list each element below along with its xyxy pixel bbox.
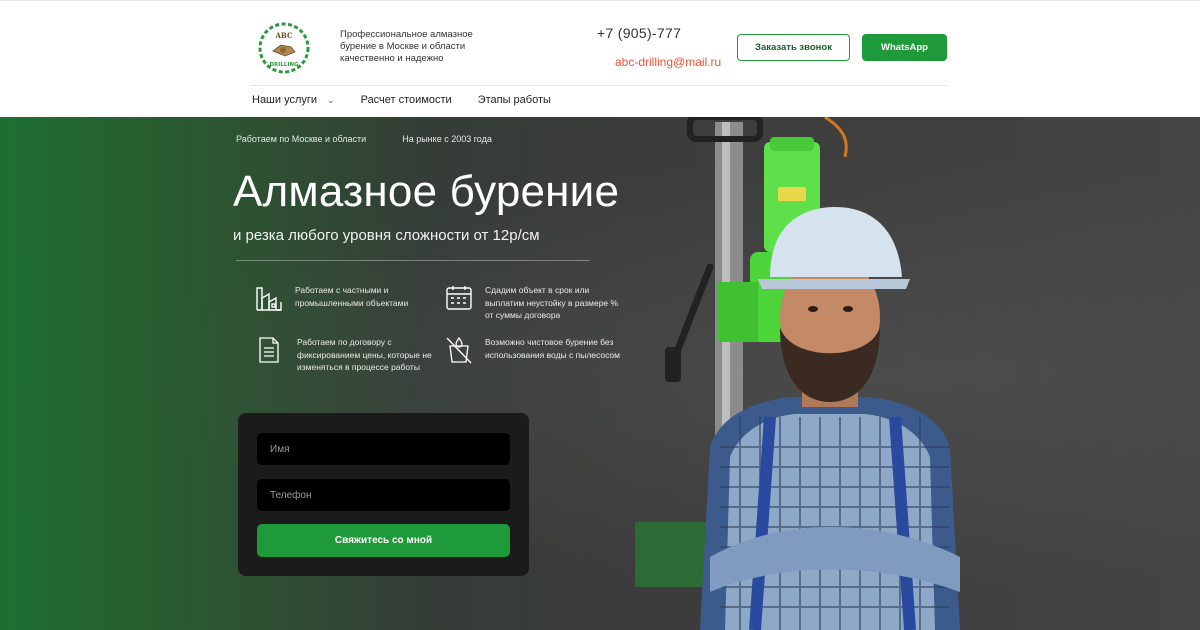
feature-text: Работаем с частными и промышленными объе… (295, 285, 409, 308)
nav-item-label: Расчет стоимости (360, 94, 452, 106)
nav-item-pricing[interactable]: Расчет стоимости (361, 94, 452, 106)
site-header: ABC DRILLING Профессиональное алмазное б… (0, 0, 1200, 117)
feature-dry-drilling: Возможно чистовое бурение без использова… (445, 336, 627, 364)
logo-icon[interactable]: ABC DRILLING (257, 21, 311, 75)
worker-with-drill-illustration (635, 117, 960, 630)
logo-text-bottom: DRILLING (269, 62, 299, 68)
factory-icon (256, 287, 282, 311)
document-icon (259, 337, 279, 363)
nav-item-label: Этапы работы (477, 94, 551, 106)
feature-text: Сдадим объект в срок или выплатим неусто… (485, 285, 619, 320)
feature-text: Возможно чистовое бурение без использова… (485, 337, 621, 360)
feature-objects: Работаем с частными и промышленными объе… (255, 284, 437, 312)
whatsapp-button[interactable]: WhatsApp (862, 34, 947, 61)
header-phone[interactable]: +7 (905)-777 (597, 25, 681, 41)
header-divider (250, 85, 947, 86)
page: ABC DRILLING Профессиональное алмазное б… (0, 0, 1200, 630)
fact-since: На рынке с 2003 года (402, 134, 492, 144)
header-email[interactable]: abc-drilling@mail.ru (615, 55, 721, 69)
hero-facts: Работаем по Москве и области На рынке с … (236, 134, 492, 144)
no-water-icon (446, 336, 472, 364)
nav-item-label: Наши услуги (252, 94, 318, 106)
name-input[interactable] (257, 433, 510, 465)
fact-region: Работаем по Москве и области (236, 134, 367, 144)
hero-section: Работаем по Москве и области На рынке с … (0, 117, 1200, 630)
chevron-down-icon: ⌄ (327, 94, 335, 105)
logo-text-top: ABC (274, 31, 292, 40)
feature-deadline: Сдадим объект в срок или выплатим неусто… (445, 284, 627, 322)
calendar-icon (446, 286, 472, 310)
hero-title: Алмазное бурение (233, 167, 620, 216)
callback-button[interactable]: Заказать звонок (737, 34, 850, 61)
hero-subtitle: и резка любого уровня сложности от 12р/с… (233, 227, 540, 244)
submit-button[interactable]: Свяжитесь со мной (257, 524, 510, 557)
hero-divider (236, 260, 590, 261)
nav-item-services[interactable]: Наши услуги ⌄ (252, 94, 335, 106)
feature-contract: Работаем по договору с фиксированием цен… (257, 336, 439, 374)
feature-text: Работаем по договору с фиксированием цен… (297, 337, 432, 372)
phone-input[interactable] (257, 479, 510, 511)
contact-form: Свяжитесь со мной (238, 413, 529, 576)
main-nav: Наши услуги ⌄ Расчет стоимости Этапы раб… (252, 94, 551, 106)
header-tagline: Профессиональное алмазное бурение в Моск… (340, 29, 473, 64)
nav-item-stages[interactable]: Этапы работы (478, 94, 551, 106)
